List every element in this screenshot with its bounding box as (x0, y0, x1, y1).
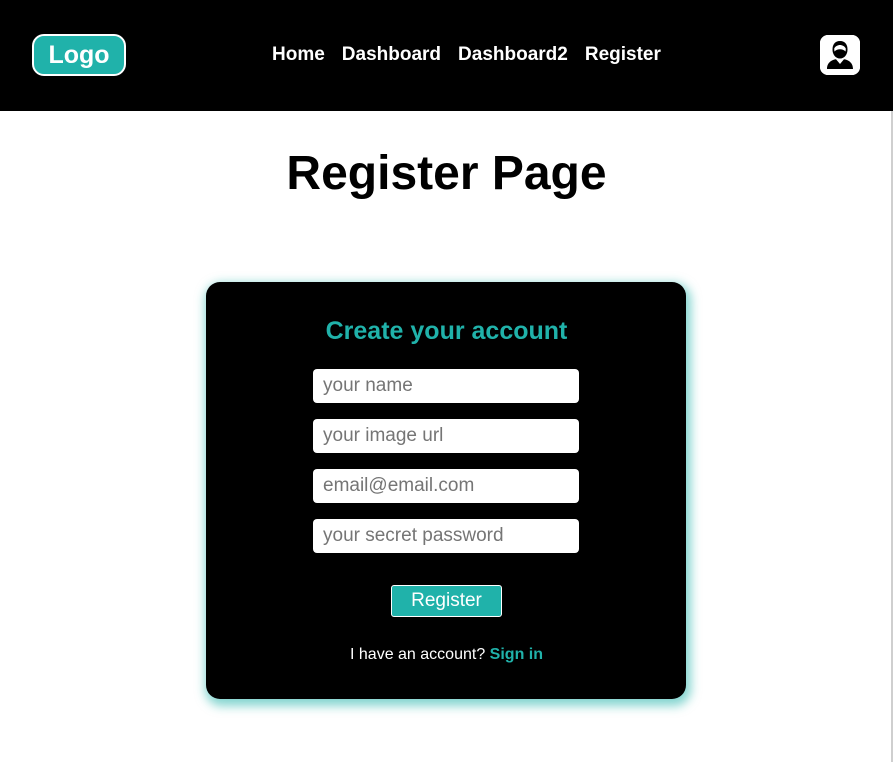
email-field[interactable] (313, 469, 579, 503)
nav-link-home[interactable]: Home (272, 44, 325, 66)
nav-link-register[interactable]: Register (585, 44, 661, 66)
image-url-field[interactable] (313, 419, 579, 453)
nav-link-dashboard2[interactable]: Dashboard2 (458, 44, 568, 66)
page-title: Register Page (286, 147, 607, 200)
nav-links: Home Dashboard Dashboard2 Register (272, 42, 661, 68)
navbar: Logo Home Dashboard Dashboard2 Register (0, 0, 893, 111)
form-title: Create your account (325, 317, 568, 345)
nav-link-dashboard[interactable]: Dashboard (342, 44, 441, 66)
register-button[interactable]: Register (391, 585, 502, 617)
account-prompt-text: I have an account? (350, 646, 486, 663)
logo-button[interactable]: Logo (32, 34, 126, 76)
name-field[interactable] (313, 369, 579, 403)
user-avatar-button[interactable] (820, 35, 860, 75)
signin-prompt: I have an account? Sign in (0, 644, 893, 666)
user-avatar-icon (820, 35, 860, 75)
password-field[interactable] (313, 519, 579, 553)
register-page: Logo Home Dashboard Dashboard2 Register … (0, 0, 893, 762)
signin-link[interactable]: Sign in (490, 646, 543, 663)
